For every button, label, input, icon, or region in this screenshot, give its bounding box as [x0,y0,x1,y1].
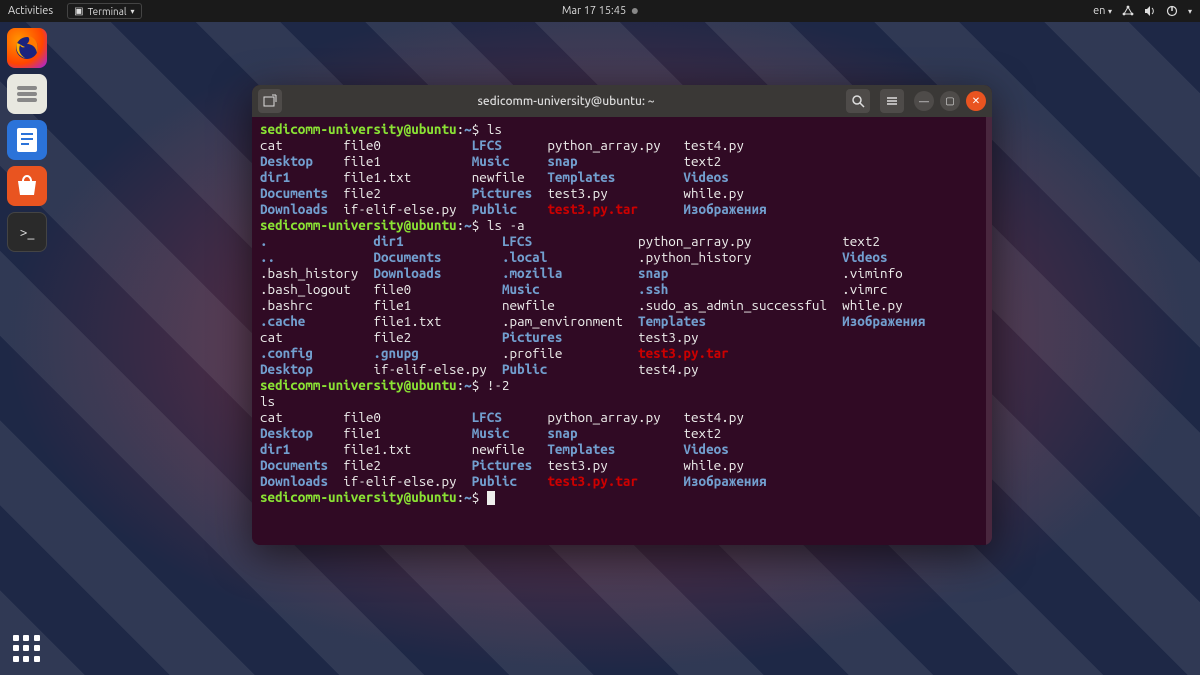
terminal-window: sedicomm-university@ubuntu: ~ — ▢ ✕ sedi… [252,85,992,545]
lang-label: en [1093,5,1105,17]
search-icon [851,94,865,108]
gnome-topbar: Activities ▣ Terminal ▾ Mar 17 15:45 en … [0,0,1200,22]
search-button[interactable] [846,89,870,113]
maximize-icon: ▢ [945,95,954,107]
new-tab-button[interactable] [258,89,282,113]
chevron-down-icon: ▾ [1188,7,1192,16]
clock[interactable]: Mar 17 15:45 [562,5,638,17]
network-icon[interactable] [1122,5,1134,17]
power-icon[interactable] [1166,5,1178,17]
activities-button[interactable]: Activities [8,5,53,17]
app-menu-terminal[interactable]: ▣ Terminal ▾ [67,3,141,19]
chevron-down-icon: ▾ [1108,7,1112,16]
hamburger-icon [885,94,899,108]
minimize-button[interactable]: — [914,91,934,111]
maximize-button[interactable]: ▢ [940,91,960,111]
notification-dot-icon [632,8,638,14]
dock-libreoffice-writer[interactable] [7,120,47,160]
close-icon: ✕ [972,95,980,107]
datetime-text: Mar 17 15:45 [562,5,626,17]
dock-terminal[interactable]: >_ [7,212,47,252]
lang-indicator[interactable]: en ▾ [1093,5,1112,17]
titlebar[interactable]: sedicomm-university@ubuntu: ~ — ▢ ✕ [252,85,992,117]
terminal-icon: ▣ [74,5,83,17]
show-applications-button[interactable] [13,635,41,663]
volume-icon[interactable] [1144,5,1156,17]
menu-button[interactable] [880,89,904,113]
chevron-down-icon: ▾ [131,7,135,16]
dock: >_ [0,22,54,675]
dock-files[interactable] [7,74,47,114]
close-button[interactable]: ✕ [966,91,986,111]
window-title: sedicomm-university@ubuntu: ~ [286,95,846,108]
app-menu-label: Terminal [88,6,127,17]
dock-firefox[interactable] [7,28,47,68]
terminal-output[interactable]: sedicomm-university@ubuntu:~$ ls cat fil… [252,117,992,545]
dock-ubuntu-software[interactable] [7,166,47,206]
minimize-icon: — [919,96,929,107]
